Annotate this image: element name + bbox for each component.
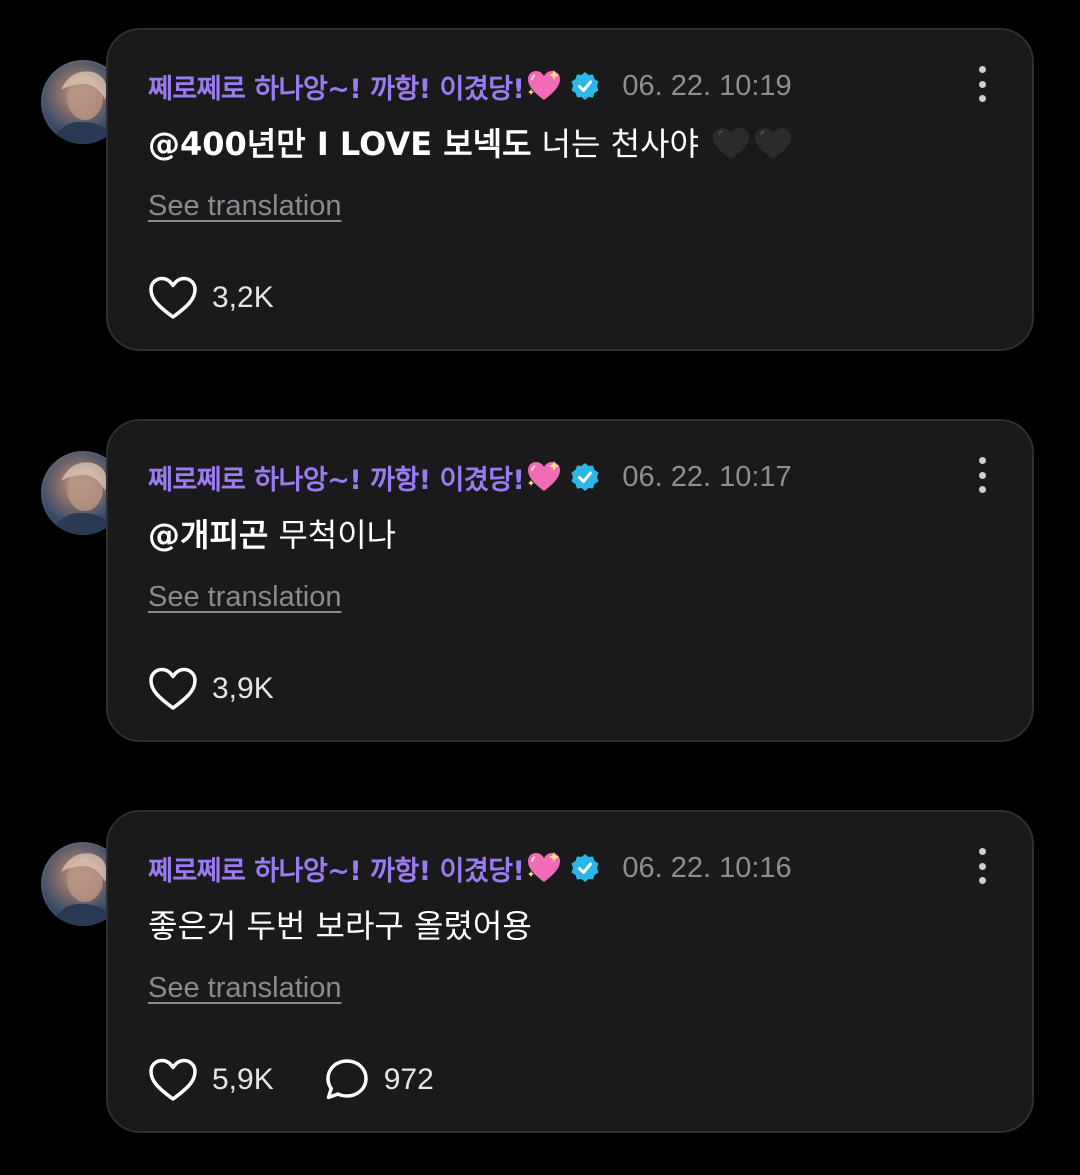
- sparkling-heart-icon: [526, 69, 562, 103]
- black-heart-icon: [754, 128, 791, 159]
- comment-card: 쩨로쩨로 하나앙~! 까항! 이겼당! 06. 22. 10:17 @개피곤 무…: [106, 419, 1034, 742]
- like-count: 3,2K: [212, 281, 274, 314]
- comment-text: @개피곤 무척이나: [148, 513, 396, 557]
- like-count: 5,9K: [212, 1063, 274, 1096]
- comment-body: 너는 천사야: [541, 125, 699, 163]
- black-heart-emoji: [711, 126, 795, 162]
- more-options-icon[interactable]: [972, 848, 992, 884]
- see-translation-link[interactable]: See translation: [148, 972, 341, 1005]
- black-heart-icon: [712, 128, 749, 159]
- reply-count: 972: [383, 1063, 434, 1096]
- comment-actions: 3,9K: [148, 664, 324, 714]
- comment-text: @400년만 I LOVE 보넥도 너는 천사야: [148, 122, 795, 166]
- more-options-icon[interactable]: [972, 457, 992, 493]
- comment-item: 쩨로쩨로 하나앙~! 까항! 이겼당! 06. 22. 10:16 좋은거 두번…: [0, 810, 1080, 1140]
- comment-text: 좋은거 두번 보라구 올렸어용: [148, 904, 532, 948]
- like-button[interactable]: 3,9K: [148, 666, 274, 712]
- comment-header: 쩨로쩨로 하나앙~! 까항! 이겼당! 06. 22. 10:17: [148, 451, 792, 503]
- comment-actions: 3,2K: [148, 273, 324, 323]
- see-translation-link[interactable]: See translation: [148, 581, 341, 614]
- comment-actions: 5,9K 972: [148, 1055, 484, 1105]
- comment-header: 쩨로쩨로 하나앙~! 까항! 이겼당! 06. 22. 10:19: [148, 60, 792, 112]
- comment-card: 쩨로쩨로 하나앙~! 까항! 이겼당! 06. 22. 10:16 좋은거 두번…: [106, 810, 1034, 1133]
- comment-body: 좋은거 두번 보라구 올렸어용: [148, 907, 532, 945]
- sparkling-heart-icon: [526, 851, 562, 885]
- reply-button[interactable]: 972: [324, 1057, 434, 1103]
- timestamp: 06. 22. 10:17: [622, 460, 792, 493]
- comment-body: 무척이나: [278, 516, 397, 554]
- like-count: 3,9K: [212, 672, 274, 705]
- like-heart-icon: [149, 1058, 197, 1101]
- username[interactable]: 쩨로쩨로 하나앙~! 까항! 이겼당!: [148, 458, 525, 497]
- timestamp: 06. 22. 10:16: [622, 851, 792, 884]
- comment-feed: 쩨로쩨로 하나앙~! 까항! 이겼당! 06. 22. 10:19 @400년만…: [0, 0, 1080, 1175]
- timestamp: 06. 22. 10:19: [622, 69, 792, 102]
- sparkling-heart-icon: [526, 460, 562, 494]
- like-heart-icon: [149, 276, 197, 319]
- mention-link[interactable]: @개피곤: [148, 513, 268, 557]
- more-options-icon[interactable]: [972, 66, 992, 102]
- reply-bubble-icon: [325, 1059, 368, 1100]
- verified-badge-icon: [570, 853, 600, 883]
- comment-header: 쩨로쩨로 하나앙~! 까항! 이겼당! 06. 22. 10:16: [148, 842, 792, 894]
- comment-item: 쩨로쩨로 하나앙~! 까항! 이겼당! 06. 22. 10:17 @개피곤 무…: [0, 419, 1080, 749]
- verified-badge-icon: [570, 462, 600, 492]
- verified-badge-icon: [570, 71, 600, 101]
- see-translation-link[interactable]: See translation: [148, 190, 341, 223]
- mention-link[interactable]: @400년만 I LOVE 보넥도: [148, 122, 532, 166]
- username[interactable]: 쩨로쩨로 하나앙~! 까항! 이겼당!: [148, 67, 525, 106]
- like-button[interactable]: 5,9K: [148, 1057, 274, 1103]
- like-button[interactable]: 3,2K: [148, 275, 274, 321]
- username[interactable]: 쩨로쩨로 하나앙~! 까항! 이겼당!: [148, 849, 525, 888]
- comment-item: 쩨로쩨로 하나앙~! 까항! 이겼당! 06. 22. 10:19 @400년만…: [0, 28, 1080, 358]
- comment-card: 쩨로쩨로 하나앙~! 까항! 이겼당! 06. 22. 10:19 @400년만…: [106, 28, 1034, 351]
- like-heart-icon: [149, 667, 197, 710]
